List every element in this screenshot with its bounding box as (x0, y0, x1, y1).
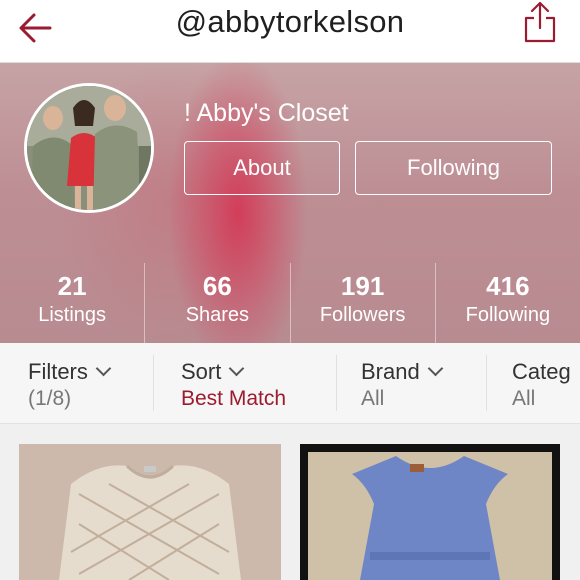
brand-dropdown[interactable]: Brand All (361, 343, 481, 423)
stat-shares[interactable]: 66 Shares (144, 263, 289, 343)
stat-value: 416 (486, 271, 530, 301)
avatar[interactable] (24, 83, 154, 213)
stat-label: Followers (319, 304, 406, 326)
stats-row: 21 Listings 66 Shares 191 Followers 416 … (0, 263, 580, 343)
stat-label: Following (465, 304, 551, 326)
chevron-down-icon (95, 360, 112, 377)
brand-label: Brand (361, 359, 420, 384)
stat-value: 66 (202, 271, 232, 301)
listing-grid (0, 424, 580, 580)
shop-name: ! Abby's Closet (184, 99, 349, 127)
share-icon[interactable] (518, 0, 562, 44)
stat-label: Shares (185, 304, 250, 326)
sweater-image (19, 444, 281, 580)
filters-dropdown[interactable]: Filters (1/8) (28, 343, 148, 423)
stat-value: 191 (340, 271, 385, 301)
category-dropdown[interactable]: Categ All (512, 343, 580, 423)
brand-value: All (361, 387, 385, 410)
sort-value: Best Match (181, 387, 287, 410)
filter-value: (1/8) (28, 387, 72, 410)
divider (486, 355, 487, 411)
page-title: @abbytorkelson (175, 4, 405, 39)
top-bar: @abbytorkelson (0, 0, 580, 63)
stat-listings[interactable]: 21 Listings (0, 263, 144, 343)
category-label: Categ (512, 359, 571, 384)
sort-dropdown[interactable]: Sort Best Match (181, 343, 341, 423)
chevron-down-icon (229, 360, 245, 377)
dress-image (300, 444, 560, 580)
filter-label: Filters (28, 359, 88, 384)
sort-label: Sort (181, 359, 222, 384)
stat-label: Listings (38, 304, 107, 326)
chevron-down-icon (427, 360, 443, 377)
listing-tile[interactable] (300, 444, 560, 580)
profile-header: ! Abby's Closet About Following 21 Listi… (0, 63, 580, 343)
listing-tile[interactable] (19, 444, 281, 580)
filter-bar: Filters (1/8) Sort Best Match Brand All … (0, 343, 580, 424)
following-button[interactable]: Following (355, 141, 552, 195)
about-button[interactable]: About (184, 141, 340, 195)
stat-followers[interactable]: 191 Followers (289, 263, 435, 343)
category-value: All (512, 387, 536, 410)
divider (336, 355, 337, 411)
stat-value: 21 (57, 271, 87, 301)
stat-following[interactable]: 416 Following (434, 263, 580, 343)
divider (153, 355, 154, 411)
